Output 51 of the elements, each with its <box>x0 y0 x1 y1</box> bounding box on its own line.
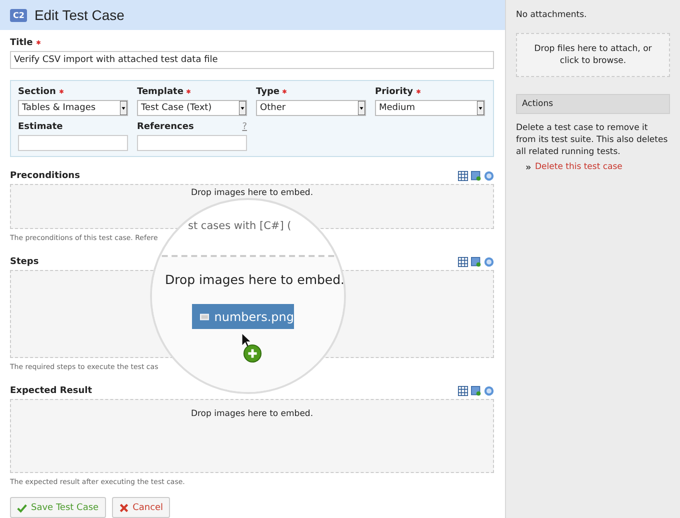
table-icon[interactable] <box>458 386 468 396</box>
add-icon <box>243 344 262 363</box>
dropdown[interactable]: Tables & Images <box>18 100 128 116</box>
input-field[interactable] <box>137 135 247 151</box>
dropdown-arrow-icon <box>120 101 127 115</box>
file-chip[interactable]: numbers.png <box>192 304 294 329</box>
page-title: Edit Test Case <box>34 7 124 23</box>
image-add-icon[interactable] <box>471 256 481 266</box>
field-label: Section <box>18 87 56 97</box>
magnified-text: st cases with [C#] ( <box>188 220 292 232</box>
help-icon[interactable] <box>484 386 494 396</box>
actions-description: Delete a test case to remove it from its test suite. This also deletes all related running tests. <box>516 122 669 158</box>
drop-hint: Drop images here to embed. <box>165 272 344 287</box>
section-label: Preconditions <box>10 170 80 180</box>
section-label: Steps <box>10 256 39 266</box>
field-label: Priority <box>375 87 413 97</box>
image-add-icon[interactable] <box>471 386 481 396</box>
image-file-icon <box>200 312 210 322</box>
dropdown[interactable]: Medium <box>375 100 485 116</box>
help-icon[interactable] <box>484 256 494 266</box>
close-icon <box>118 502 129 512</box>
section-label: Expected Result <box>10 386 92 396</box>
field-label: Type <box>256 87 280 97</box>
dropdown[interactable]: Other <box>256 100 366 116</box>
field-label: Template <box>137 87 184 97</box>
attachment-dropzone[interactable]: Drop files here to attach, or click to browse. <box>516 33 670 77</box>
drop-hint: Drop images here to embed. <box>190 188 314 199</box>
table-icon[interactable] <box>458 256 468 266</box>
field-label: Estimate <box>18 122 63 132</box>
field-label: Title <box>10 38 33 48</box>
bullet-icon <box>526 164 531 170</box>
drop-hint: Drop images here to embed. <box>190 409 314 420</box>
cursor-icon <box>241 332 252 349</box>
file-name: numbers.png <box>214 310 294 324</box>
editor-dropzone[interactable]: Drop images here to embed. <box>10 399 494 473</box>
cancel-button[interactable]: Cancel <box>112 497 170 518</box>
check-icon <box>17 502 27 512</box>
dropdown-arrow-icon <box>358 101 365 115</box>
dropdown-arrow-icon <box>239 101 246 115</box>
title-field[interactable]: Verify CSV import with attached test data file <box>10 51 494 69</box>
case-badge: C2 <box>10 8 28 22</box>
field-label: References <box>137 122 194 132</box>
table-icon[interactable] <box>458 170 468 180</box>
actions-header: Actions <box>516 94 670 114</box>
input-field[interactable] <box>18 135 128 151</box>
help-icon[interactable] <box>484 170 494 180</box>
delete-link[interactable]: Delete this test case <box>535 162 622 172</box>
dropdown[interactable]: Test Case (Text) <box>137 100 247 116</box>
attachments-status: No attachments. <box>516 10 588 22</box>
dropdown-arrow-icon <box>477 101 484 115</box>
image-add-icon[interactable] <box>471 170 481 180</box>
